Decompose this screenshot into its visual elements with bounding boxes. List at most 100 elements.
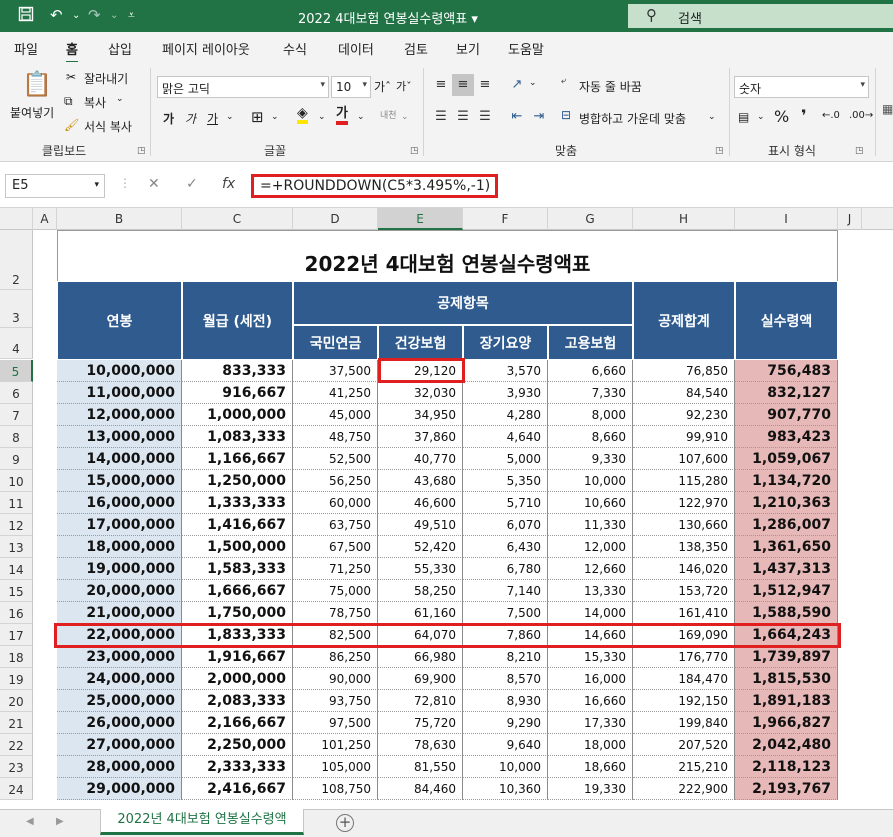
decrease-font-icon[interactable]: 가ˇ [396, 78, 412, 94]
cell-employment-insurance[interactable]: 18,000 [548, 734, 633, 756]
cell-long-term-care[interactable]: 5,350 [463, 470, 548, 492]
cell-long-term-care[interactable]: 3,930 [463, 382, 548, 404]
cell-health-insurance[interactable]: 69,900 [378, 668, 463, 690]
cell-total-deductions[interactable]: 84,540 [633, 382, 735, 404]
align-top-icon[interactable]: ≡ [430, 74, 452, 96]
cell-monthly-salary[interactable]: 2,000,000 [182, 668, 293, 690]
row-header[interactable]: 23 [0, 756, 33, 778]
cell-monthly-salary[interactable]: 833,333 [182, 360, 293, 382]
cell-national-pension[interactable]: 90,000 [293, 668, 378, 690]
cell-long-term-care[interactable]: 4,280 [463, 404, 548, 426]
row-header[interactable]: 16 [0, 602, 33, 624]
add-sheet-button[interactable]: + [336, 814, 354, 832]
cell-national-pension[interactable]: 105,000 [293, 756, 378, 778]
cell-employment-insurance[interactable]: 14,000 [548, 602, 633, 624]
comma-style-icon[interactable]: ❜ [801, 106, 807, 125]
cell-employment-insurance[interactable]: 12,000 [548, 536, 633, 558]
cell-net-pay[interactable]: 907,770 [735, 404, 838, 426]
row-header[interactable]: 19 [0, 668, 33, 690]
align-center-icon[interactable]: ☰ [452, 106, 474, 128]
cell-long-term-care[interactable]: 8,210 [463, 646, 548, 668]
cell-employment-insurance[interactable]: 13,330 [548, 580, 633, 602]
cell-net-pay[interactable]: 1,739,897 [735, 646, 838, 668]
cell-annual-salary[interactable]: 22,000,000 [57, 624, 182, 646]
cell-annual-salary[interactable]: 18,000,000 [57, 536, 182, 558]
cell-long-term-care[interactable]: 6,430 [463, 536, 548, 558]
cell-annual-salary[interactable]: 20,000,000 [57, 580, 182, 602]
row-header[interactable]: 14 [0, 558, 33, 580]
cell-health-insurance[interactable]: 40,770 [378, 448, 463, 470]
cell-total-deductions[interactable]: 146,020 [633, 558, 735, 580]
increase-indent-icon[interactable]: ⇥ [528, 106, 550, 128]
column-header-e[interactable]: E [378, 208, 463, 230]
cell-net-pay[interactable]: 1,361,650 [735, 536, 838, 558]
cell-net-pay[interactable]: 1,966,827 [735, 712, 838, 734]
conditional-format-icon[interactable]: ▦ [882, 102, 893, 116]
redo-icon[interactable]: ↷ [88, 6, 101, 24]
cell-employment-insurance[interactable]: 10,000 [548, 470, 633, 492]
row-header[interactable]: 18 [0, 646, 33, 668]
cell-net-pay[interactable]: 1,512,947 [735, 580, 838, 602]
cell-employment-insurance[interactable]: 11,330 [548, 514, 633, 536]
font-name-select[interactable]: 맑은 고딕 ▾ [157, 76, 329, 98]
cell-long-term-care[interactable]: 6,780 [463, 558, 548, 580]
cell-annual-salary[interactable]: 29,000,000 [57, 778, 182, 800]
cell-annual-salary[interactable]: 27,000,000 [57, 734, 182, 756]
cell-health-insurance[interactable]: 75,720 [378, 712, 463, 734]
tab-help[interactable]: 도움말 [508, 39, 544, 58]
tab-page-layout[interactable]: 페이지 레이아웃 [162, 39, 250, 58]
cell-monthly-salary[interactable]: 2,333,333 [182, 756, 293, 778]
cell-employment-insurance[interactable]: 16,660 [548, 690, 633, 712]
alignment-launcher-icon[interactable]: ◳ [715, 146, 724, 156]
cell-national-pension[interactable]: 63,750 [293, 514, 378, 536]
wrap-text-icon[interactable]: ⤶ [561, 76, 566, 86]
cell-long-term-care[interactable]: 9,640 [463, 734, 548, 756]
cell-health-insurance[interactable]: 84,460 [378, 778, 463, 800]
cell-long-term-care[interactable]: 5,000 [463, 448, 548, 470]
accounting-dropdown-icon[interactable]: ⌄ [757, 112, 765, 122]
cell-net-pay[interactable]: 1,134,720 [735, 470, 838, 492]
cell-national-pension[interactable]: 93,750 [293, 690, 378, 712]
cell-long-term-care[interactable]: 9,290 [463, 712, 548, 734]
cell-health-insurance[interactable]: 81,550 [378, 756, 463, 778]
cell-total-deductions[interactable]: 161,410 [633, 602, 735, 624]
cell-health-insurance[interactable]: 55,330 [378, 558, 463, 580]
cell-employment-insurance[interactable]: 18,660 [548, 756, 633, 778]
row-header[interactable]: 10 [0, 470, 33, 492]
underline-button[interactable]: 가 [207, 110, 218, 127]
cell-employment-insurance[interactable]: 16,000 [548, 668, 633, 690]
font-size-select[interactable]: 10 ▾ [331, 76, 371, 98]
row-header[interactable]: 20 [0, 690, 33, 712]
row-header[interactable]: 17 [0, 624, 33, 646]
cell-monthly-salary[interactable]: 1,666,667 [182, 580, 293, 602]
row-header[interactable]: 4 [0, 328, 33, 359]
cell-total-deductions[interactable]: 207,520 [633, 734, 735, 756]
column-header-j[interactable]: J [838, 208, 862, 230]
cell-total-deductions[interactable]: 169,090 [633, 624, 735, 646]
row-header[interactable]: 24 [0, 778, 33, 800]
phonetic-icon[interactable]: 내천 [380, 108, 397, 121]
cell-long-term-care[interactable]: 7,500 [463, 602, 548, 624]
cell-monthly-salary[interactable]: 1,750,000 [182, 602, 293, 624]
cell-national-pension[interactable]: 41,250 [293, 382, 378, 404]
cell-net-pay[interactable]: 2,193,767 [735, 778, 838, 800]
cell-monthly-salary[interactable]: 1,166,667 [182, 448, 293, 470]
cell-total-deductions[interactable]: 138,350 [633, 536, 735, 558]
bold-button[interactable]: 가 [163, 110, 174, 127]
cell-long-term-care[interactable]: 10,000 [463, 756, 548, 778]
cell-monthly-salary[interactable]: 2,166,667 [182, 712, 293, 734]
cut-button[interactable]: 잘라내기 [84, 70, 128, 87]
increase-font-icon[interactable]: 가ˆ [374, 78, 391, 95]
cell-national-pension[interactable]: 48,750 [293, 426, 378, 448]
cell-total-deductions[interactable]: 130,660 [633, 514, 735, 536]
cell-monthly-salary[interactable]: 2,416,667 [182, 778, 293, 800]
row-header[interactable]: 12 [0, 514, 33, 536]
cell-total-deductions[interactable]: 215,210 [633, 756, 735, 778]
cell-health-insurance[interactable]: 34,950 [378, 404, 463, 426]
cell-national-pension[interactable]: 82,500 [293, 624, 378, 646]
row-header[interactable]: 9 [0, 448, 33, 470]
redo-dropdown-icon[interactable]: ⌄ [110, 10, 118, 21]
cell-long-term-care[interactable]: 7,140 [463, 580, 548, 602]
cell-national-pension[interactable]: 71,250 [293, 558, 378, 580]
cell-national-pension[interactable]: 108,750 [293, 778, 378, 800]
